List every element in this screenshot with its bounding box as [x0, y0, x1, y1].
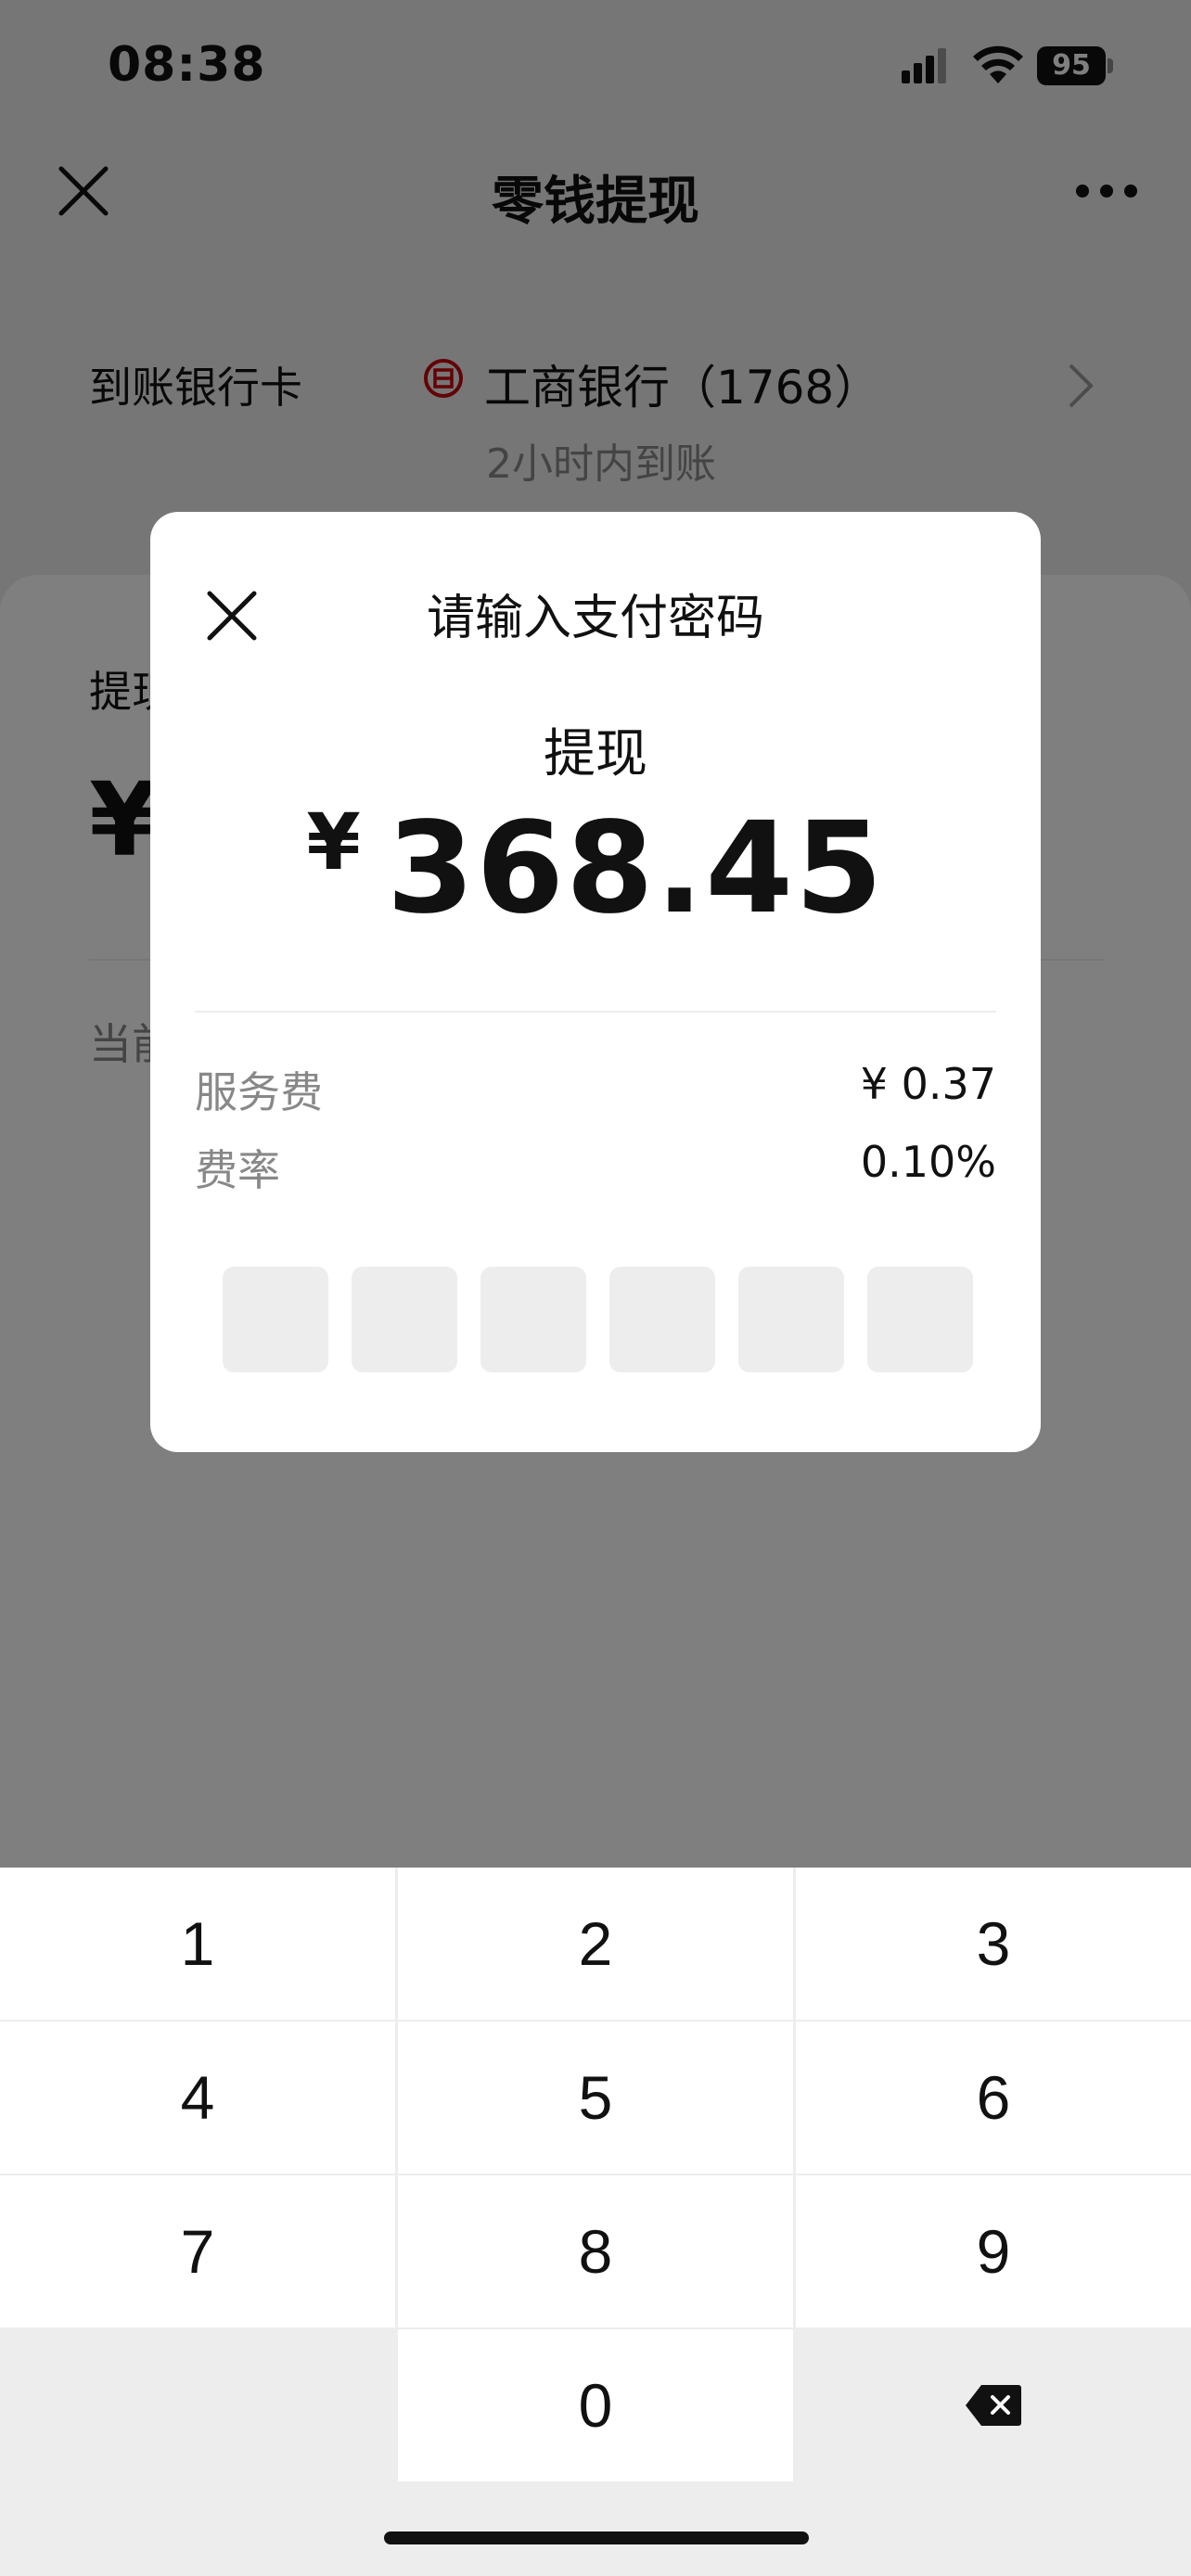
numeric-keypad: 1 2 3 4 5 6 7 8 9 0: [0, 1868, 1191, 2576]
backspace-key[interactable]: [796, 2329, 1191, 2481]
service-fee-value: ¥ 0.37: [860, 1059, 996, 1109]
service-fee-label: 服务费: [195, 1067, 323, 1117]
backspace-icon: [966, 2385, 1021, 2426]
dialog-title: 请输入支付密码: [426, 591, 764, 646]
fee-rate-label: 费率: [195, 1145, 280, 1195]
pin-box[interactable]: [223, 1267, 328, 1372]
pin-box[interactable]: [738, 1267, 844, 1372]
key-5[interactable]: 5: [398, 2021, 793, 2174]
pin-box[interactable]: [480, 1267, 586, 1372]
dialog-subtitle: 提现: [544, 724, 647, 784]
key-2[interactable]: 2: [398, 1868, 793, 2020]
service-fee-row: 服务费 ¥ 0.37: [195, 1059, 996, 1118]
key-blank: [0, 2329, 395, 2481]
amount-value: 368.45: [386, 796, 885, 942]
key-7[interactable]: 7: [0, 2175, 395, 2327]
pin-box[interactable]: [609, 1267, 715, 1372]
key-6[interactable]: 6: [796, 2021, 1191, 2174]
key-4[interactable]: 4: [0, 2021, 395, 2174]
key-3[interactable]: 3: [796, 1868, 1191, 2020]
home-indicator: [384, 2531, 809, 2544]
withdraw-amount: ¥368.45: [150, 796, 1041, 942]
pin-box[interactable]: [867, 1267, 973, 1372]
payment-password-dialog: 请输入支付密码 提现 ¥368.45 服务费 ¥ 0.37 费率 0.10%: [150, 512, 1041, 1452]
fee-rate-row: 费率 0.10%: [195, 1137, 996, 1196]
fee-rate-value: 0.10%: [860, 1137, 996, 1187]
key-1[interactable]: 1: [0, 1868, 395, 2020]
password-input[interactable]: [223, 1267, 974, 1372]
pin-box[interactable]: [352, 1267, 457, 1372]
divider: [195, 1011, 996, 1013]
key-9[interactable]: 9: [796, 2175, 1191, 2327]
currency-symbol: ¥: [306, 797, 361, 887]
key-8[interactable]: 8: [398, 2175, 793, 2327]
key-0[interactable]: 0: [398, 2329, 793, 2481]
